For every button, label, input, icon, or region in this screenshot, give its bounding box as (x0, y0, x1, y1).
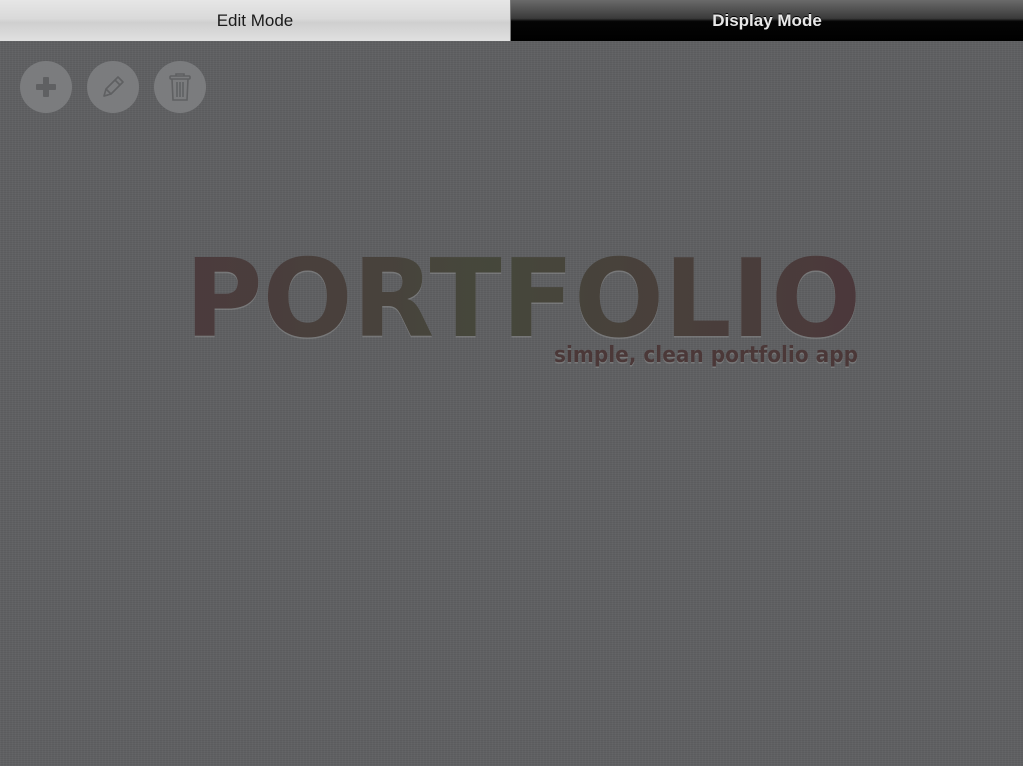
delete-button[interactable] (154, 61, 206, 113)
display-mode-label: Display Mode (712, 10, 822, 30)
add-button[interactable] (20, 61, 72, 113)
edit-mode-label: Edit Mode (216, 10, 294, 30)
pencil-icon (103, 76, 124, 97)
edit-button[interactable] (87, 61, 139, 113)
logo-tagline: simple, clean portfolio app (554, 343, 858, 368)
background-texture (0, 0, 1023, 766)
trash-icon (169, 73, 191, 101)
portfolio-logo: PORTFOLIO simple, clean portfolio app (0, 244, 1023, 374)
display-mode-tab[interactable]: Display Mode (511, 0, 1023, 41)
mode-segmented-control: Edit Mode Display Mode (0, 0, 1023, 41)
edit-mode-tab[interactable]: Edit Mode (0, 0, 511, 41)
plus-icon (36, 77, 56, 97)
edit-toolbar (20, 61, 206, 113)
